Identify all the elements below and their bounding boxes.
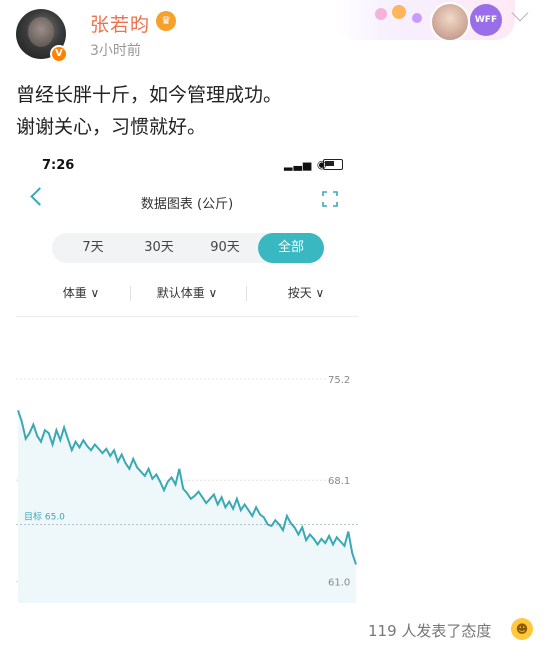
y-tick-label: 75.2 bbox=[328, 375, 350, 386]
divider bbox=[16, 316, 358, 317]
post-text-line: 谢谢关心，习惯就好。 bbox=[16, 116, 207, 138]
reaction-count[interactable]: 119 人发表了态度 bbox=[368, 620, 491, 641]
post-image[interactable]: 7:26 ▂▃▅ ◉ 数据图表 (公斤) 7天 30天 90天 全部 体重 ∨ … bbox=[16, 146, 358, 603]
chart-filters: 体重 ∨ 默认体重 ∨ 按天 ∨ bbox=[16, 284, 358, 304]
y-tick-label: 61.0 bbox=[328, 578, 350, 589]
weight-chart: 75.2 68.1 61.0 目标 65.0 bbox=[16, 375, 358, 603]
target-label: 目标 65.0 bbox=[24, 510, 65, 522]
username[interactable]: 张若昀 bbox=[90, 10, 150, 37]
divider bbox=[130, 286, 131, 301]
decoration-avatar bbox=[430, 2, 470, 42]
filter-metric: 体重 ∨ bbox=[62, 286, 100, 300]
battery-icon bbox=[323, 159, 343, 170]
y-tick-label: 68.1 bbox=[328, 476, 350, 487]
crown-icon: ♛ bbox=[156, 11, 176, 31]
chart-page-title: 数据图表 (公斤) bbox=[140, 197, 234, 212]
signal-wifi-icon: ▂▃▅ ◉ bbox=[284, 158, 328, 171]
filter-granularity: 按天 ∨ bbox=[287, 286, 325, 300]
divider bbox=[246, 286, 247, 301]
fan-badge: WFF bbox=[470, 4, 502, 36]
grinning-face-icon[interactable]: ☻ bbox=[511, 618, 533, 640]
status-time: 7:26 bbox=[42, 158, 75, 173]
decoration-dot bbox=[412, 13, 422, 23]
filter-weight-mode: 默认体重 ∨ bbox=[156, 286, 218, 300]
verified-badge-icon: V bbox=[50, 45, 68, 63]
decoration-dot bbox=[392, 5, 406, 19]
range-tabs: 7天 30天 90天 全部 bbox=[52, 233, 324, 263]
post-timestamp[interactable]: 3小时前 bbox=[90, 40, 141, 60]
avatar-photo bbox=[28, 17, 54, 47]
tab-all: 全部 bbox=[258, 233, 324, 263]
expand-icon bbox=[322, 191, 338, 207]
tab-30d: 30天 bbox=[144, 240, 174, 255]
decoration-dot bbox=[375, 8, 387, 20]
tab-90d: 90天 bbox=[210, 240, 240, 255]
post-text-line: 曾经长胖十斤，如今管理成功。 bbox=[16, 84, 283, 106]
tab-7d: 7天 bbox=[82, 240, 104, 255]
